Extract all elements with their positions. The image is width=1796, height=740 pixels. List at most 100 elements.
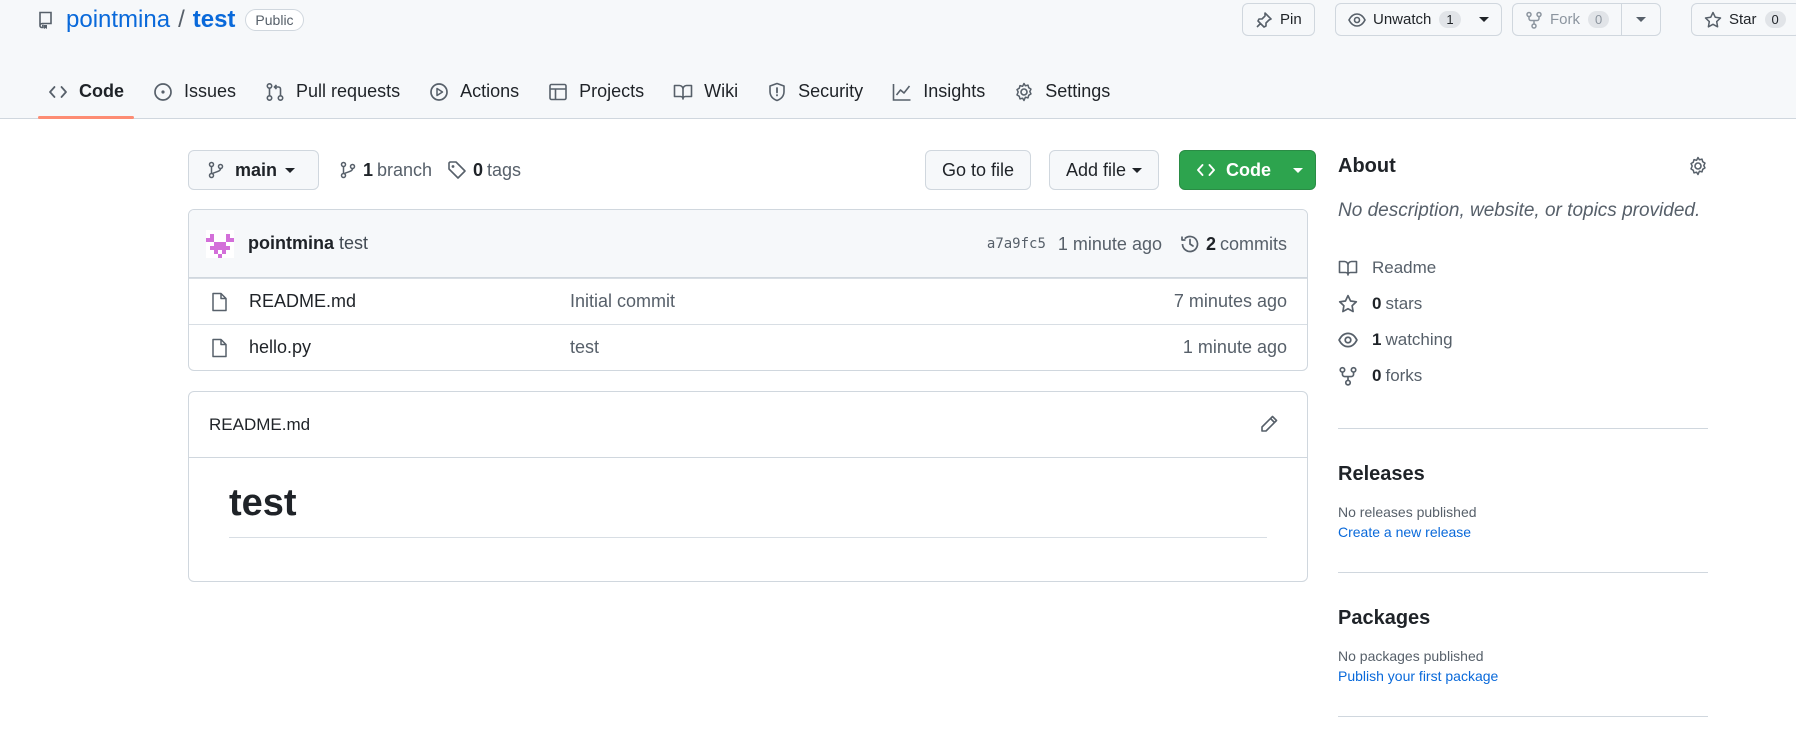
fork-counter: 0	[1588, 11, 1610, 28]
branch-icon	[207, 161, 235, 179]
commits-history-link[interactable]: 2 commits	[1180, 234, 1287, 255]
add-file-button[interactable]: Add file	[1049, 150, 1160, 190]
forks-link[interactable]: 0 forks	[1338, 358, 1708, 394]
file-list: pointmina test a7a9fc5 1 minute ago 2 co…	[188, 209, 1308, 371]
watch-dropdown[interactable]	[1473, 4, 1501, 35]
packages-section: Packages No packages published Publish y…	[1338, 573, 1708, 716]
star-label: Star	[1729, 11, 1757, 28]
code-button[interactable]: Code	[1179, 150, 1316, 190]
star-counter: 0	[1764, 11, 1786, 28]
tab-security[interactable]: Security	[757, 68, 873, 115]
tab-settings-label: Settings	[1045, 81, 1111, 101]
branch-count: 1	[363, 159, 374, 180]
file-commit-link[interactable]: Initial commit	[570, 291, 675, 312]
repo-name-link[interactable]: test	[193, 6, 236, 34]
readme-panel: README.md test	[188, 391, 1308, 582]
repo-owner-link[interactable]: pointmina	[66, 6, 170, 34]
branch-icon	[339, 161, 363, 179]
tab-settings[interactable]: Settings	[1004, 68, 1120, 115]
fork-icon	[1525, 11, 1550, 29]
watching-label: watching	[1385, 330, 1453, 349]
tab-wiki[interactable]: Wiki	[663, 68, 748, 115]
fork-label: Fork	[1550, 11, 1580, 28]
watchers-link[interactable]: 1 watching	[1338, 322, 1708, 358]
commit-message-link[interactable]: test	[339, 233, 368, 254]
pin-button[interactable]: Pin	[1242, 3, 1315, 36]
visibility-badge: Public	[245, 9, 304, 31]
star-button[interactable]: Star 0	[1691, 3, 1796, 36]
commit-count-label: commits	[1220, 233, 1287, 254]
branch-select-button[interactable]: main	[188, 150, 319, 190]
star-icon	[1704, 11, 1729, 29]
create-release-link[interactable]: Create a new release	[1338, 524, 1471, 540]
branches-link[interactable]: 1 branch	[339, 150, 432, 190]
tab-pull-requests[interactable]: Pull requests	[255, 68, 410, 115]
tab-pull-requests-label: Pull requests	[296, 81, 401, 101]
chevron-down-icon	[285, 167, 296, 173]
fork-button[interactable]: Fork 0	[1512, 3, 1662, 36]
add-file-label: Add file	[1066, 159, 1127, 180]
tab-projects-label: Projects	[579, 81, 645, 101]
chevron-down-icon	[1132, 167, 1143, 173]
tab-insights[interactable]: Insights	[882, 68, 995, 115]
releases-section: Releases No releases published Create a …	[1338, 429, 1708, 572]
pin-icon	[1255, 11, 1280, 29]
tab-security-label: Security	[798, 81, 864, 101]
chevron-down-icon	[1478, 17, 1489, 22]
about-title: About	[1338, 154, 1396, 177]
file-age: 7 minutes ago	[1173, 291, 1287, 311]
stars-count: 0	[1372, 294, 1382, 313]
about-settings-button[interactable]	[1688, 156, 1708, 176]
avatar[interactable]	[206, 229, 234, 258]
commit-sha-link[interactable]: a7a9fc5	[987, 236, 1046, 252]
about-description: No description, website, or topics provi…	[1338, 200, 1701, 221]
commit-author-link[interactable]: pointmina	[248, 233, 334, 254]
gear-icon	[1014, 82, 1045, 102]
eye-icon	[1348, 11, 1373, 29]
pin-label: Pin	[1280, 11, 1302, 28]
table-icon	[548, 82, 579, 102]
branch-count-label: branch	[377, 159, 433, 180]
readme-link-label: Readme	[1372, 258, 1437, 277]
go-to-file-button[interactable]: Go to file	[925, 150, 1032, 190]
stars-label: stars	[1385, 294, 1423, 313]
publish-package-link[interactable]: Publish your first package	[1338, 668, 1498, 684]
fork-dropdown[interactable]	[1621, 4, 1660, 35]
code-dropdown[interactable]	[1287, 151, 1315, 189]
file-commit-link[interactable]: test	[570, 337, 599, 358]
about-header: About	[1338, 150, 1708, 182]
readme-content: test	[189, 458, 1307, 538]
graph-icon	[892, 82, 923, 102]
repo-header: pointmina / test Public Pin Unwatch 1 Fo…	[0, 0, 1796, 119]
tab-code-label: Code	[79, 81, 124, 101]
releases-title[interactable]: Releases	[1338, 463, 1708, 486]
tab-issues-label: Issues	[184, 81, 237, 101]
file-row: README.md Initial commit 7 minutes ago	[189, 278, 1307, 324]
readme-link[interactable]: Readme	[1338, 250, 1708, 286]
tab-issues[interactable]: Issues	[143, 68, 246, 115]
edit-readme-button[interactable]	[1259, 414, 1279, 434]
file-icon	[210, 292, 228, 312]
forks-label: forks	[1385, 366, 1423, 385]
releases-empty-text: No releases published	[1338, 504, 1477, 520]
packages-title[interactable]: Packages	[1338, 607, 1708, 630]
repo-title-line: pointmina / test Public	[38, 6, 304, 34]
fork-icon	[1338, 366, 1372, 386]
chevron-down-icon	[1636, 17, 1647, 22]
readme-header: README.md	[189, 392, 1307, 458]
watch-counter: 1	[1439, 11, 1461, 28]
tab-actions[interactable]: Actions	[419, 68, 529, 115]
unwatch-button[interactable]: Unwatch 1	[1335, 3, 1502, 36]
readme-filename: README.md	[209, 414, 311, 434]
file-name-link[interactable]: hello.py	[249, 337, 311, 358]
tab-projects[interactable]: Projects	[538, 68, 654, 115]
readme-heading: test	[229, 482, 1267, 538]
history-icon	[1180, 234, 1206, 254]
file-name-link[interactable]: README.md	[249, 291, 356, 312]
stars-link[interactable]: 0 stars	[1338, 286, 1708, 322]
shield-icon	[767, 82, 798, 102]
tab-code[interactable]: Code	[38, 68, 134, 119]
tags-link[interactable]: 0 tags	[447, 150, 521, 190]
code-icon	[1196, 160, 1226, 180]
sidebar-divider	[1338, 716, 1708, 717]
